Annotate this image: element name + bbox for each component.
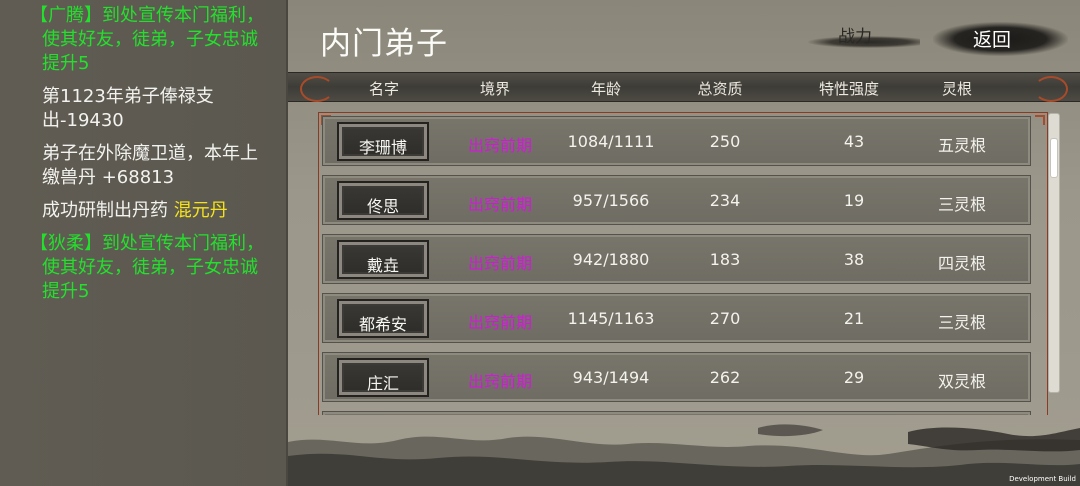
disciple-aptitude: 234 <box>709 191 741 210</box>
disciple-age: 1145/1163 <box>567 309 655 328</box>
disciple-name: 都希安 <box>358 315 407 334</box>
disciple-root: 四灵根 <box>937 254 987 273</box>
disciple-aptitude: 262 <box>709 368 741 387</box>
disciple-row[interactable]: 都希安 出窍前期 1145/1163 270 21 三灵根 <box>322 293 1031 343</box>
log-entry: 【广腾】到处宣传本门福利，使其好友，徒弟，子女忠诚提升5 <box>30 4 272 76</box>
column-header-realm[interactable]: 境界 <box>480 78 510 99</box>
list-scrollbar[interactable] <box>1048 113 1060 393</box>
disciple-root: 双灵根 <box>937 372 987 391</box>
disciple-name: 戴垚 <box>366 256 399 275</box>
disciple-row[interactable]: 庄汇 出窍前期 943/1494 262 29 双灵根 <box>322 352 1031 402</box>
disciple-age: 1084/1111 <box>567 132 655 151</box>
disciple-root: 三灵根 <box>937 313 987 332</box>
disciple-name: 庄汇 <box>366 374 399 393</box>
inner-disciples-panel: 内门弟子 战力 返回 名字 境界 年龄 总资质 特性强度 灵根 李珊博 出窍前期 1… <box>288 0 1080 486</box>
back-button[interactable]: 返回 <box>933 18 1068 58</box>
log-entry-text: 弟子在外除魔卫道，本年上缴兽丹 +68813 <box>42 143 258 188</box>
disciple-aptitude: 250 <box>709 132 741 151</box>
back-label: 返回 <box>973 29 1012 51</box>
log-entry-text: 【广腾】到处宣传本门福利，使其好友，徒弟，子女忠诚提升5 <box>30 5 264 74</box>
scrollbar-thumb[interactable] <box>1050 138 1058 178</box>
disciple-trait: 21 <box>843 309 865 328</box>
disciple-name-button[interactable]: 李珊博 <box>337 122 429 161</box>
column-header-spirit-root[interactable]: 灵根 <box>942 78 972 99</box>
log-entry-text: 【狄柔】到处宣传本门福利，使其好友，徒弟，子女忠诚提升5 <box>30 233 264 302</box>
disciple-name-button[interactable]: 庄汇 <box>337 358 429 397</box>
disciple-realm: 出窍前期 <box>467 372 533 391</box>
disciple-row[interactable]: 佟思 出窍前期 957/1566 234 19 三灵根 <box>322 175 1031 225</box>
disciple-root: 五灵根 <box>937 136 987 155</box>
disciple-realm: 出窍前期 <box>467 313 533 332</box>
disciple-row[interactable] <box>322 411 1031 415</box>
disciple-name-button[interactable]: 佟思 <box>337 181 429 220</box>
log-entry: 第1123年弟子俸禄支出-19430 <box>42 85 272 133</box>
disciple-trait: 38 <box>843 250 865 269</box>
disciple-name-button[interactable]: 戴垚 <box>337 240 429 279</box>
disciple-realm: 出窍前期 <box>467 136 533 155</box>
disciple-age: 943/1494 <box>572 368 650 387</box>
column-header-trait[interactable]: 特性强度 <box>819 78 879 99</box>
page-title: 内门弟子 <box>320 26 448 62</box>
disciple-realm: 出窍前期 <box>467 195 533 214</box>
disciple-age: 957/1566 <box>572 191 650 210</box>
log-entry: 弟子在外除魔卫道，本年上缴兽丹 +68813 <box>42 142 272 190</box>
disciple-trait: 43 <box>843 132 865 151</box>
log-entry: 【狄柔】到处宣传本门福利，使其好友，徒弟，子女忠诚提升5 <box>30 232 272 304</box>
disciple-aptitude: 270 <box>709 309 741 328</box>
column-header-age[interactable]: 年龄 <box>591 78 621 99</box>
frame-corner-ornament <box>1035 115 1045 125</box>
column-header-aptitude[interactable]: 总资质 <box>697 78 742 99</box>
disciple-list[interactable]: 李珊博 出窍前期 1084/1111 250 43 五灵根 佟思 出窍前期 957/1566 23… <box>318 112 1048 415</box>
log-entry-text: 混元丹 <box>173 200 228 221</box>
log-entry: 成功研制出丹药 混元丹 <box>42 199 272 223</box>
power-label: 战力 <box>838 27 872 47</box>
disciple-name: 佟思 <box>366 197 399 216</box>
development-build-label: Development Build <box>1009 475 1076 483</box>
log-entry-text: 成功研制出丹药 <box>42 200 174 221</box>
ink-landscape-decoration <box>288 424 1080 486</box>
log-entry-text: 第1123年弟子俸禄支出-19430 <box>42 86 214 131</box>
disciple-realm: 出窍前期 <box>467 254 533 273</box>
disciple-row[interactable]: 李珊博 出窍前期 1084/1111 250 43 五灵根 <box>322 116 1031 166</box>
column-header-name[interactable]: 名字 <box>369 78 399 99</box>
column-header-bar: 名字 境界 年龄 总资质 特性强度 灵根 <box>288 68 1080 108</box>
disciple-name: 李珊博 <box>358 138 407 157</box>
disciple-root: 三灵根 <box>937 195 987 214</box>
disciple-age: 942/1880 <box>572 250 650 269</box>
disciple-trait: 19 <box>843 191 865 210</box>
disciple-aptitude: 183 <box>709 250 741 269</box>
event-log-panel: 【广腾】到处宣传本门福利，使其好友，徒弟，子女忠诚提升5 第1123年弟子俸禄支出… <box>0 0 288 486</box>
disciple-name-button[interactable]: 都希安 <box>337 299 429 338</box>
disciple-row[interactable]: 戴垚 出窍前期 942/1880 183 38 四灵根 <box>322 234 1031 284</box>
disciple-trait: 29 <box>843 368 865 387</box>
sort-by-power-button[interactable]: 战力 <box>808 22 920 48</box>
